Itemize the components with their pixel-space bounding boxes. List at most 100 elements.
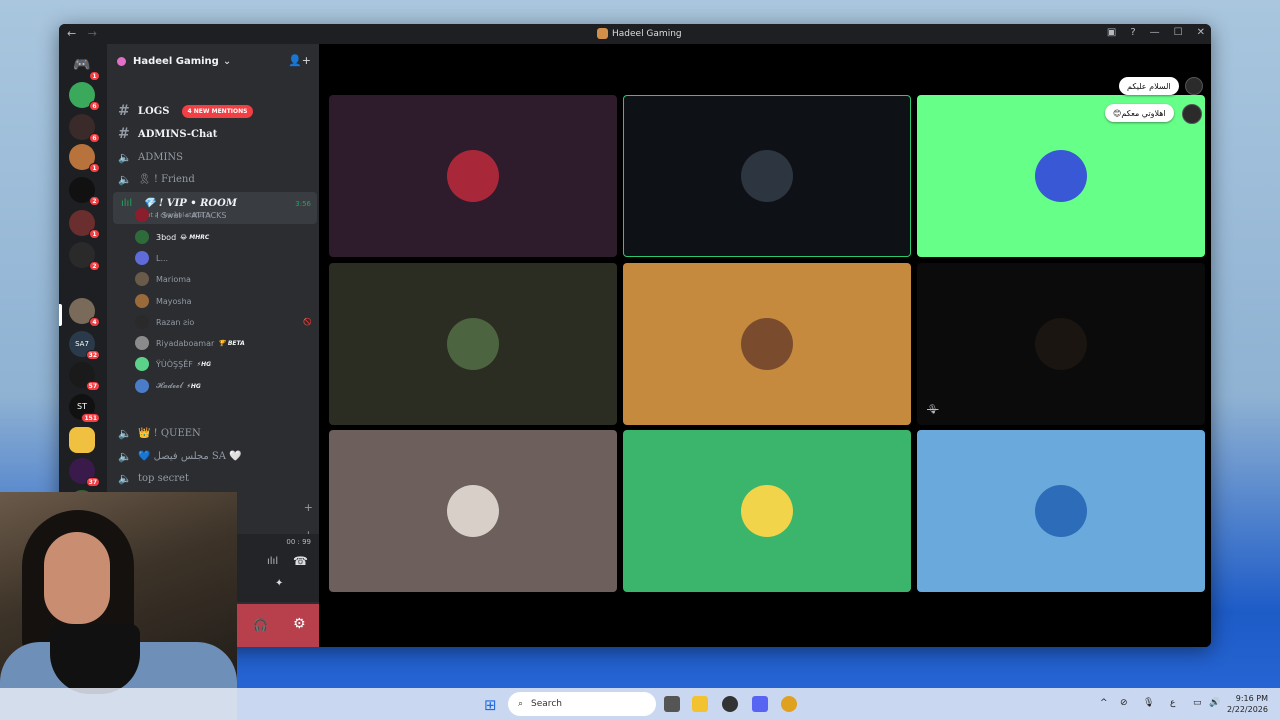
guild-badge: 1 [89, 229, 100, 239]
avatar [135, 230, 149, 244]
settings-gear-icon[interactable]: ⚙ [293, 616, 306, 632]
video-tile[interactable] [329, 95, 617, 257]
volume-icon[interactable]: 🔊 [1209, 698, 1220, 708]
voice-member[interactable]: ! Swàt « ATTACKS [135, 206, 315, 224]
obs-icon[interactable] [722, 696, 738, 712]
guild-badge: 4 [89, 317, 100, 327]
file-explorer-icon[interactable] [692, 696, 708, 712]
tray-chevron-icon[interactable]: ^ [1100, 698, 1108, 708]
voice-member[interactable]: Mayosha [135, 292, 315, 310]
close-icon[interactable]: ✕ [1197, 27, 1205, 38]
voice-member[interactable]: Razan ƨio [135, 313, 315, 331]
chat-avatar [1185, 77, 1203, 95]
start-button-icon[interactable]: ⊞ [484, 696, 497, 714]
chat-bubble-text: السلام عليكم [1127, 81, 1171, 91]
voice-member[interactable]: Riyadaboamar 🏆 BETA [135, 334, 315, 352]
video-tile[interactable] [329, 263, 617, 425]
participant-avatar [741, 150, 793, 202]
video-tile[interactable] [329, 430, 617, 592]
window-title-text: Hadeel Gaming [612, 28, 682, 39]
server-icon-2[interactable]: 6 [69, 114, 100, 143]
voice-connected-icon: ılıl [121, 198, 133, 209]
chat-avatar [1182, 104, 1202, 124]
clock-date: 2/22/2026 [1226, 705, 1268, 714]
voice-member[interactable]: L... [135, 249, 315, 267]
video-tile[interactable]: 🎙 [917, 263, 1205, 425]
server-icon-8[interactable]: SA7 32 [69, 331, 100, 360]
muted-mic-icon: 🚫 [303, 318, 312, 326]
member-tag: 🏆 BETA [218, 339, 245, 347]
voice-member[interactable]: ŸÙÒŞŞĔF ⚡HG [135, 355, 315, 373]
member-name: ŸÙÒŞŞĔF [156, 359, 193, 369]
video-tile[interactable] [623, 430, 911, 592]
discord-taskbar-icon[interactable] [752, 696, 768, 712]
avatar [135, 315, 149, 329]
server-emblem-icon [117, 56, 126, 66]
avatar [135, 251, 149, 265]
chat-bubble-2: 😊اهلاوتي معكم [1105, 104, 1174, 122]
guild-badge: 1 [89, 71, 100, 81]
network-off-icon[interactable]: ⊘ [1120, 698, 1128, 708]
server-icon-3[interactable]: 1 [69, 144, 100, 173]
chrome-icon[interactable] [781, 696, 797, 712]
server-icon-9[interactable]: 57 [69, 362, 100, 391]
help-icon[interactable]: ? [1130, 27, 1135, 38]
task-view-icon[interactable] [664, 696, 680, 712]
taskbar-clock[interactable]: 9:16 PM 2/22/2026 [1227, 693, 1268, 715]
member-name: ! Swàt « ATTACKS [156, 210, 227, 220]
voice-member[interactable]: Marioma [135, 270, 315, 288]
keyboard-language[interactable]: ع [1170, 698, 1175, 708]
participant-avatar [447, 150, 499, 202]
server-icon-5[interactable]: 1 [69, 210, 100, 239]
muted-mic-icon: 🎙 [927, 405, 939, 415]
back-arrow-icon[interactable]: ← [67, 27, 76, 40]
screen-share-icon[interactable]: ▣ [1107, 27, 1116, 38]
video-tile[interactable] [917, 430, 1205, 592]
mentions-badge[interactable]: 4 NEW MENTIONS [181, 104, 254, 118]
forward-arrow-icon[interactable]: → [88, 27, 97, 40]
server-icon-7[interactable]: 4 [69, 298, 100, 327]
display-icon[interactable]: ▭ [1193, 698, 1202, 708]
avatar [135, 208, 149, 222]
disconnect-icon[interactable]: ☎ [293, 554, 308, 568]
channel-friend[interactable]: 🔈 🎗 ! Friend [115, 169, 315, 189]
guild-badge: 32 [85, 350, 100, 360]
microphone-icon[interactable]: 🎙 [1143, 698, 1154, 708]
participant-avatar [1035, 318, 1087, 370]
server-name: Hadeel Gaming [133, 55, 219, 67]
maximize-icon[interactable]: ☐ [1174, 27, 1183, 38]
server-icon-1[interactable]: 6 [69, 82, 100, 111]
member-name: Mayosha [156, 296, 192, 306]
avatar [135, 294, 149, 308]
discord-home-icon[interactable]: 🎮 1 [69, 52, 100, 81]
noise-suppression-icon[interactable]: ılıl [267, 556, 278, 567]
channel-admins[interactable]: 🔈 ADMINS [115, 147, 315, 167]
voice-member[interactable]: 3bod 😂 MHRC [135, 228, 315, 246]
server-icon-11[interactable] [69, 427, 95, 453]
participant-avatar [1035, 150, 1087, 202]
soundboard-icon[interactable]: ✦ [275, 578, 283, 589]
video-tile[interactable] [623, 263, 911, 425]
channel-name: ADMINS-Chat [138, 128, 218, 140]
video-tile[interactable] [623, 95, 911, 257]
chevron-down-icon: ⌄ [222, 55, 232, 67]
voice-member[interactable]: 𝓗𝓪𝓭𝓮𝓮𝓵 ⚡HG [135, 377, 315, 395]
participant-avatar [1035, 485, 1087, 537]
guild-badge: 6 [89, 133, 100, 143]
headphones-icon[interactable]: 🎧 [253, 618, 268, 632]
member-name: Riyadaboamar [156, 338, 215, 348]
window-title: Hadeel Gaming [597, 28, 682, 39]
server-icon-12[interactable]: 37 [69, 458, 100, 487]
invite-people-icon[interactable]: 👤+ [288, 54, 311, 67]
channel-name: 🎗 ! Friend [138, 173, 195, 185]
participant-avatar [447, 485, 499, 537]
minimize-icon[interactable]: — [1150, 27, 1160, 38]
channel-admins-chat[interactable]: # ADMINS-Chat [115, 124, 315, 144]
server-icon-10[interactable]: ST 151 [69, 394, 100, 423]
channel-logs[interactable]: # LOGS 4 NEW MENTIONS [115, 101, 315, 121]
clock-time: 9:16 PM [1235, 694, 1268, 703]
member-tag: ⚡HG [196, 360, 212, 368]
server-icon-6[interactable]: 2 [69, 242, 100, 271]
server-icon-4[interactable]: 2 [69, 177, 100, 206]
taskbar-search[interactable]: ⌕ Search [508, 692, 656, 716]
